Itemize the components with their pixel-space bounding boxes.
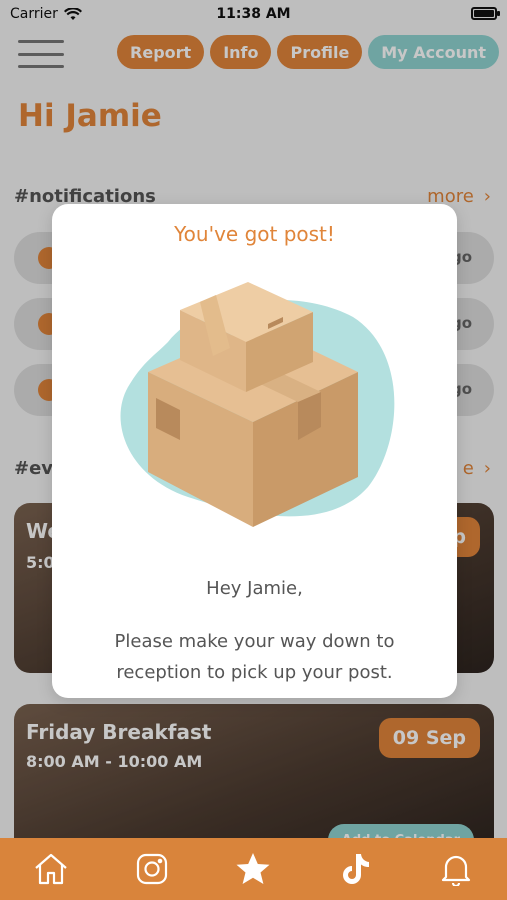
bell-icon — [442, 855, 471, 886]
modal-greeting: Hey Jamie, — [206, 578, 303, 599]
home-icon — [34, 853, 67, 885]
tab-tiktok[interactable] — [335, 849, 375, 889]
tab-home[interactable] — [31, 849, 71, 889]
tab-notifications[interactable] — [436, 849, 476, 889]
post-notification-modal: You've got post! Hey Jamie, Please make … — [52, 204, 457, 698]
modal-title: You've got post! — [174, 222, 335, 246]
parcel-boxes-illustration — [120, 282, 395, 527]
tab-favourites[interactable] — [233, 849, 273, 889]
tiktok-icon — [342, 854, 369, 884]
tab-instagram[interactable] — [132, 849, 172, 889]
tab-bar — [0, 838, 507, 900]
star-icon — [236, 853, 270, 884]
instagram-icon — [136, 853, 168, 885]
modal-message: Please make your way down to reception t… — [114, 631, 395, 683]
